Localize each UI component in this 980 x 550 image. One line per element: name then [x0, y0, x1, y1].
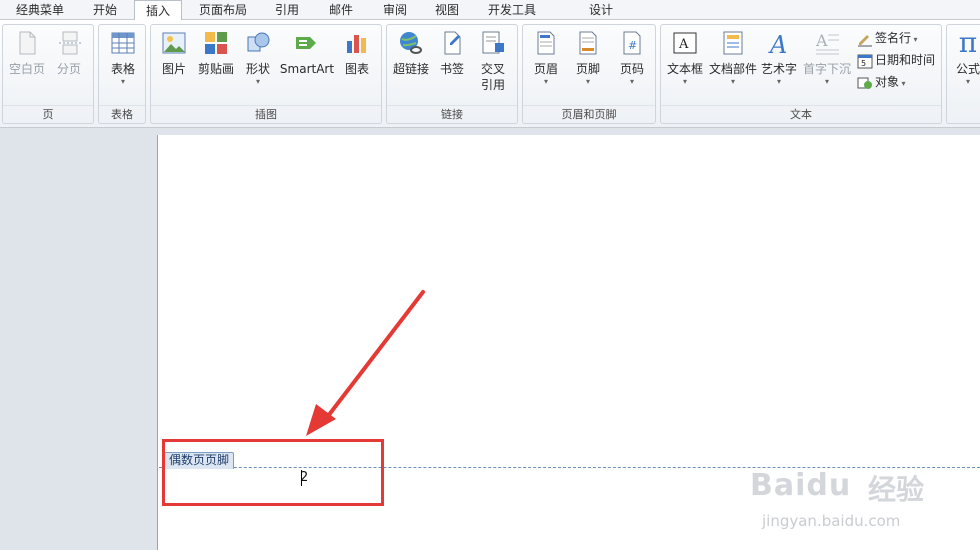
watermark-cn: 经验 [868, 473, 925, 506]
watermark: Baidu 经验 jingyan.baidu.com [750, 462, 980, 542]
watermark-logo: Baidu [750, 468, 852, 503]
watermark-url: jingyan.baidu.com [762, 512, 901, 530]
